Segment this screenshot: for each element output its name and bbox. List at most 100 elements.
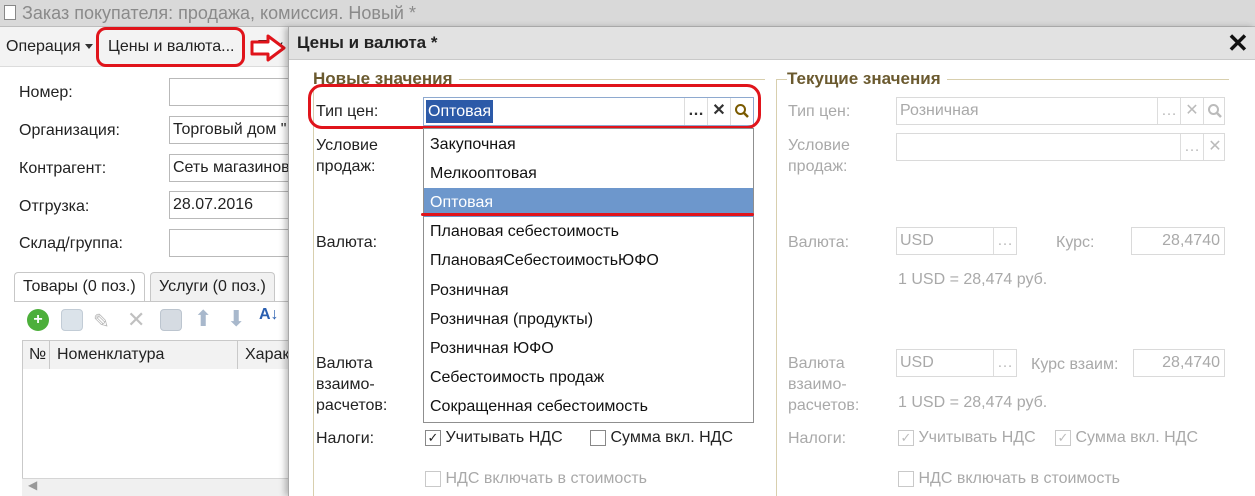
- current-values-group-line-left: [776, 79, 777, 496]
- save-icon[interactable]: [160, 309, 182, 331]
- warehouse-label: Склад/группа:: [19, 235, 123, 252]
- current-currency-value: USD: [900, 232, 934, 249]
- organization-field[interactable]: Торговый дом ": [169, 116, 294, 144]
- new-vat-in-cost-checkbox[interactable]: НДС включать в стоимость: [425, 470, 647, 488]
- current-settlement-currency-value: USD: [900, 354, 934, 371]
- column-number-header[interactable]: №: [29, 346, 46, 364]
- number-label: Номер:: [19, 84, 73, 101]
- current-settlement-rate-note: 1 USD = 28,474 руб.: [898, 394, 1048, 411]
- current-vat-in-cost-checkbox: НДС включать в стоимость: [898, 470, 1120, 488]
- checkbox-checked-icon: ✓: [898, 429, 914, 446]
- new-currency-label: Валюта:: [316, 234, 378, 251]
- current-currency-label: Валюта:: [788, 234, 850, 251]
- table-header: № Номенклатура Харак: [22, 340, 294, 370]
- current-vat-checkbox: ✓ Учитывать НДС: [898, 429, 1036, 447]
- ellipsis-icon: …: [1180, 134, 1203, 160]
- dropdown-item[interactable]: Закупочная: [424, 130, 753, 159]
- current-taxes-label: Налоги:: [788, 430, 847, 447]
- dialog-header: Цены и валюта * ✕: [289, 27, 1255, 60]
- current-vat-in-cost-label: НДС включать в стоимость: [918, 470, 1120, 487]
- checkbox-unchecked-icon[interactable]: [590, 429, 606, 446]
- new-values-group-line-left: [313, 79, 314, 496]
- dialog-title: Цены и валюта *: [297, 33, 438, 52]
- current-settlement-rate-field: 28,4740: [1133, 349, 1225, 377]
- current-settlement-rate-label: Курс взаим:: [1031, 356, 1119, 373]
- scroll-left-icon[interactable]: ◀: [28, 478, 37, 492]
- chevron-down-icon: [84, 44, 93, 50]
- new-taxes-label: Налоги:: [316, 430, 375, 447]
- checkbox-disabled-icon: [425, 470, 441, 487]
- dropdown-item[interactable]: Плановая себестоимость: [424, 217, 753, 246]
- form-toolbar: Операция Цены и валюта... Тек: [0, 27, 290, 67]
- new-sum-incl-vat-label: Сумма вкл. НДС: [610, 429, 734, 446]
- dropdown-item[interactable]: Розничная (продукты): [424, 305, 753, 334]
- dropdown-item[interactable]: Розничная ЮФО: [424, 334, 753, 363]
- number-field[interactable]: [169, 78, 294, 106]
- horizontal-scrollbar[interactable]: ◀: [22, 478, 294, 496]
- prices-currency-dialog: Цены и валюта * ✕ Новые значения Тип цен…: [288, 27, 1255, 496]
- current-vat-label: Учитывать НДС: [918, 429, 1036, 446]
- dropdown-item[interactable]: Мелкооптовая: [424, 159, 753, 188]
- copy-icon[interactable]: [61, 309, 83, 331]
- window-title: Заказ покупателя: продажа, комиссия. Нов…: [22, 3, 416, 23]
- counterparty-label: Контрагент:: [19, 160, 107, 177]
- window-title-bar: Заказ покупателя: продажа, комиссия. Нов…: [0, 0, 1255, 27]
- edit-icon[interactable]: ✎: [93, 309, 110, 334]
- shipment-label: Отгрузка:: [19, 198, 90, 215]
- clear-icon: ✕: [1180, 98, 1203, 124]
- highlight-annotation: [308, 84, 761, 129]
- price-type-dropdown[interactable]: Закупочная Мелкооптовая Оптовая Плановая…: [423, 128, 754, 423]
- new-settlement-currency-label: Валюта взаимо-расчетов:: [316, 355, 388, 414]
- current-settlement-currency-label: Валюта взаимо-расчетов:: [788, 355, 860, 414]
- up-arrow-icon[interactable]: ⬆: [194, 306, 212, 332]
- operation-label: Операция: [6, 38, 81, 55]
- current-price-type-value: Розничная: [900, 102, 979, 119]
- current-settlement-currency-field: USD …: [896, 349, 1017, 377]
- current-rate-field: 28,4740: [1131, 227, 1225, 255]
- current-rate-note: 1 USD = 28,474 руб.: [898, 271, 1048, 288]
- delete-icon[interactable]: ✕: [127, 307, 145, 333]
- checkbox-checked-icon[interactable]: ✓: [425, 429, 441, 446]
- dropdown-item[interactable]: Себестоимость продаж: [424, 363, 753, 392]
- counterparty-field[interactable]: Сеть магазинов: [169, 154, 294, 182]
- column-nomenclature-header[interactable]: Номенклатура: [57, 346, 164, 364]
- warehouse-field[interactable]: [169, 229, 294, 257]
- current-values-group-title: Текущие значения: [787, 69, 947, 89]
- current-sum-incl-vat-checkbox: ✓ Сумма вкл. НДС: [1055, 429, 1198, 447]
- checkbox-checked-icon: ✓: [1055, 429, 1071, 446]
- new-vat-checkbox[interactable]: ✓ Учитывать НДС: [425, 429, 563, 447]
- current-price-type-label: Тип цен:: [788, 103, 851, 120]
- new-sum-incl-vat-checkbox[interactable]: Сумма вкл. НДС: [590, 429, 733, 447]
- ellipsis-icon: …: [993, 350, 1016, 376]
- operation-menu[interactable]: Операция: [0, 30, 99, 64]
- new-vat-in-cost-label: НДС включать в стоимость: [445, 470, 647, 487]
- current-price-type-field: Розничная … ✕: [896, 97, 1225, 125]
- new-sale-condition-label: Условие продаж:: [316, 137, 378, 175]
- column-divider: [49, 341, 50, 369]
- arrow-right-icon: [250, 34, 286, 62]
- add-icon[interactable]: +: [27, 309, 49, 331]
- organization-label: Организация:: [19, 122, 120, 139]
- current-sale-condition-label: Условие продаж:: [788, 137, 850, 175]
- prices-and-currency-button[interactable]: Цены и валюта...: [96, 27, 245, 67]
- tab-goods[interactable]: Товары (0 поз.): [14, 272, 145, 302]
- checkbox-disabled-icon: [898, 470, 914, 487]
- search-icon: [1203, 98, 1224, 124]
- document-icon: [4, 5, 16, 20]
- close-icon[interactable]: ✕: [1227, 30, 1249, 56]
- column-characteristic-header[interactable]: Харак: [245, 346, 289, 364]
- ellipsis-icon: …: [993, 228, 1016, 254]
- shipment-date-field[interactable]: 28.07.2016: [169, 191, 294, 219]
- selection-underline-annotation: [421, 213, 754, 216]
- dropdown-item[interactable]: ПлановаяСебестоимостьЮФО: [424, 246, 753, 275]
- table-body[interactable]: [22, 369, 294, 496]
- new-vat-label: Учитывать НДС: [445, 429, 563, 446]
- dropdown-item[interactable]: Розничная: [424, 276, 753, 305]
- current-rate-label: Курс:: [1056, 234, 1095, 251]
- down-arrow-icon[interactable]: ⬇: [227, 306, 245, 332]
- sort-icon[interactable]: A↓: [259, 306, 279, 324]
- dropdown-item[interactable]: Сокращенная себестоимость: [424, 392, 753, 421]
- ellipsis-icon: …: [1157, 98, 1180, 124]
- tab-services[interactable]: Услуги (0 поз.): [150, 272, 275, 302]
- current-sale-condition-field: … ✕: [896, 133, 1225, 161]
